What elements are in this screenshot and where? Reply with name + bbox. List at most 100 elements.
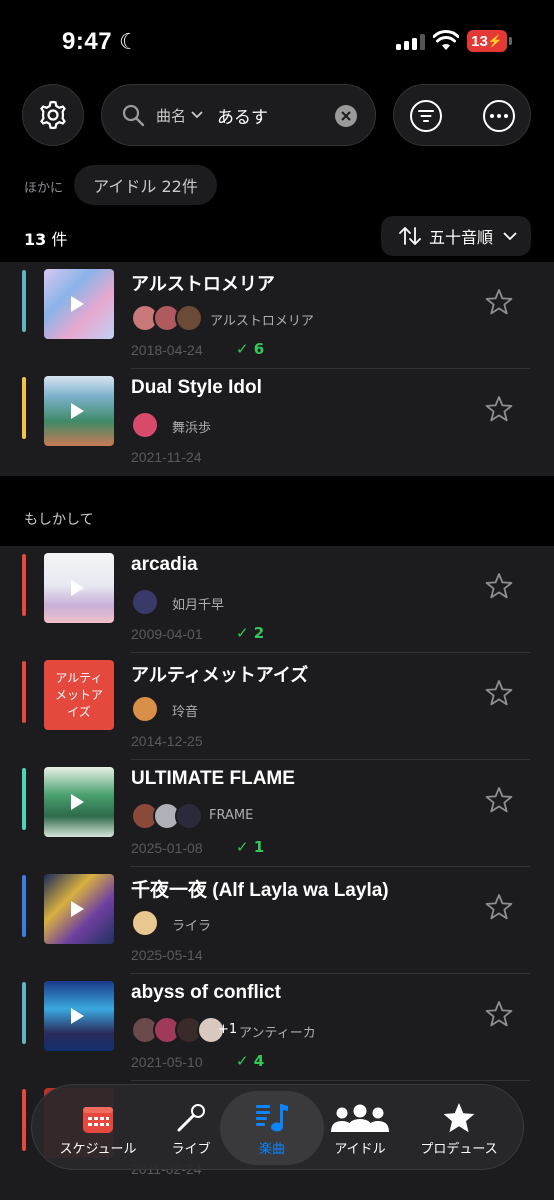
sort-button[interactable]: 五十音順: [381, 216, 531, 256]
search-bar[interactable]: 曲名 あるす: [101, 84, 376, 146]
more-icon: [490, 114, 508, 118]
idol-avatars: [131, 1016, 225, 1046]
release-date: 2025-01-08: [131, 840, 203, 856]
tab-live[interactable]: ライブ: [154, 1085, 228, 1171]
jacket-image[interactable]: [44, 269, 114, 339]
star-icon[interactable]: [485, 572, 513, 600]
list-item[interactable]: Dual Style Idol 舞浜歩 2021-11-24: [0, 369, 554, 476]
tab-songs[interactable]: 楽曲: [220, 1091, 324, 1165]
artist-name: 如月千早: [172, 598, 225, 613]
list-item[interactable]: アルストロメリア アルストロメリア 2018-04-24 ✓ 6: [0, 262, 554, 369]
list-item[interactable]: arcadia 如月千早 2009-04-01 ✓ 2: [0, 546, 554, 653]
song-title: ULTIMATE FLAME: [131, 768, 295, 789]
jacket-image[interactable]: [44, 981, 114, 1051]
status-bar: 9:47 ☾ 13 ⚡: [0, 0, 554, 80]
play-icon: [71, 296, 84, 312]
list-item[interactable]: ULTIMATE FLAME FRAME 2025-01-08 ✓ 1: [0, 760, 554, 867]
result-count: 13 件: [24, 230, 68, 249]
section-header-maybe: もしかして: [24, 512, 94, 528]
jacket-image[interactable]: アルティメットアイズ: [44, 660, 114, 730]
extra-idol-count: +1: [218, 1022, 238, 1037]
check-count: ✓ 2: [236, 624, 265, 642]
calendar-icon: [83, 1106, 113, 1133]
artist-name: FRAME: [209, 808, 254, 823]
release-date: 2025-05-14: [131, 947, 203, 963]
artist-name: アルストロメリア: [210, 314, 314, 329]
artist-name: 玲音: [172, 705, 199, 720]
play-icon: [71, 901, 84, 917]
sort-icon: [399, 227, 421, 245]
idol-results-chip[interactable]: アイドル 22件: [74, 165, 217, 205]
other-results-label: ほかに: [24, 181, 64, 196]
status-time: 9:47: [62, 28, 113, 55]
list-item[interactable]: アルティメットアイズ アルティメットアイズ 玲音 2014-12-25: [0, 653, 554, 760]
jacket-image[interactable]: [44, 376, 114, 446]
avatar: [175, 304, 203, 332]
idol-avatars: [131, 909, 159, 939]
list-item[interactable]: abyss of conflict +1 アンティーカ 2021-05-10 ✓…: [0, 974, 554, 1081]
check-count: ✓ 1: [236, 838, 265, 856]
more-button[interactable]: [483, 100, 515, 132]
play-icon: [71, 403, 84, 419]
search-icon: [122, 104, 145, 127]
avatar: [131, 588, 159, 616]
signal-icon: [396, 34, 426, 50]
tab-produce[interactable]: プロデュース: [408, 1085, 510, 1171]
artist-name: ライラ: [172, 919, 212, 934]
wifi-icon: [433, 30, 459, 50]
avatar: [131, 909, 159, 937]
microphone-icon: [177, 1103, 205, 1131]
filter-icon: [418, 110, 434, 122]
filter-button[interactable]: [410, 100, 442, 132]
star-icon: [443, 1102, 475, 1132]
song-list: アルストロメリア アルストロメリア 2018-04-24 ✓ 6 Dual St…: [0, 262, 554, 476]
chevron-down-icon: [503, 232, 517, 241]
idol-avatars: [131, 588, 159, 618]
song-title: arcadia: [131, 554, 198, 575]
tab-schedule[interactable]: スケジュール: [46, 1085, 150, 1171]
idol-avatars: [131, 411, 159, 441]
song-title: Dual Style Idol: [131, 377, 262, 398]
star-icon[interactable]: [485, 395, 513, 423]
release-date: 2021-11-24: [131, 449, 202, 465]
release-date: 2018-04-24: [131, 342, 203, 358]
tab-label: ライブ: [171, 1141, 211, 1157]
idol-avatars: [131, 304, 203, 334]
moon-icon: ☾: [119, 30, 139, 55]
list-item[interactable]: 千夜一夜 (Alf Layla wa Layla) ライラ 2025-05-14: [0, 867, 554, 974]
search-input[interactable]: あるす: [217, 103, 327, 128]
tab-label: 楽曲: [258, 1141, 285, 1157]
idol-avatars: [131, 695, 159, 725]
play-icon: [71, 580, 84, 596]
search-field-selector[interactable]: 曲名: [156, 105, 186, 126]
song-title: abyss of conflict: [131, 982, 281, 1003]
star-icon[interactable]: [485, 679, 513, 707]
jacket-image[interactable]: [44, 553, 114, 623]
check-count: ✓ 6: [236, 340, 265, 358]
tab-label: アイドル: [334, 1141, 386, 1157]
battery-icon: 13 ⚡: [467, 30, 507, 52]
star-icon[interactable]: [485, 786, 513, 814]
music-note-icon: [256, 1103, 288, 1131]
star-icon[interactable]: [485, 288, 513, 316]
settings-button[interactable]: [22, 84, 84, 146]
play-icon: [71, 1008, 84, 1024]
action-group: [393, 84, 531, 146]
song-title: 千夜一夜 (Alf Layla wa Layla): [131, 880, 389, 901]
jacket-image[interactable]: [44, 874, 114, 944]
jacket-image[interactable]: [44, 767, 114, 837]
tab-idols[interactable]: アイドル: [314, 1085, 406, 1171]
artist-name: アンティーカ: [239, 1026, 316, 1041]
star-icon[interactable]: [485, 1000, 513, 1028]
play-icon: [71, 794, 84, 810]
tab-label: プロデュース: [420, 1141, 498, 1157]
check-count: ✓ 4: [236, 1052, 265, 1070]
tab-label: スケジュール: [59, 1141, 137, 1157]
avatar: [131, 695, 159, 723]
release-date: 2014-12-25: [131, 733, 203, 749]
release-date: 2009-04-01: [131, 626, 203, 642]
star-icon[interactable]: [485, 893, 513, 921]
idol-avatars: [131, 802, 203, 832]
clear-button[interactable]: [335, 105, 357, 127]
release-date: 2021-05-10: [131, 1054, 203, 1070]
